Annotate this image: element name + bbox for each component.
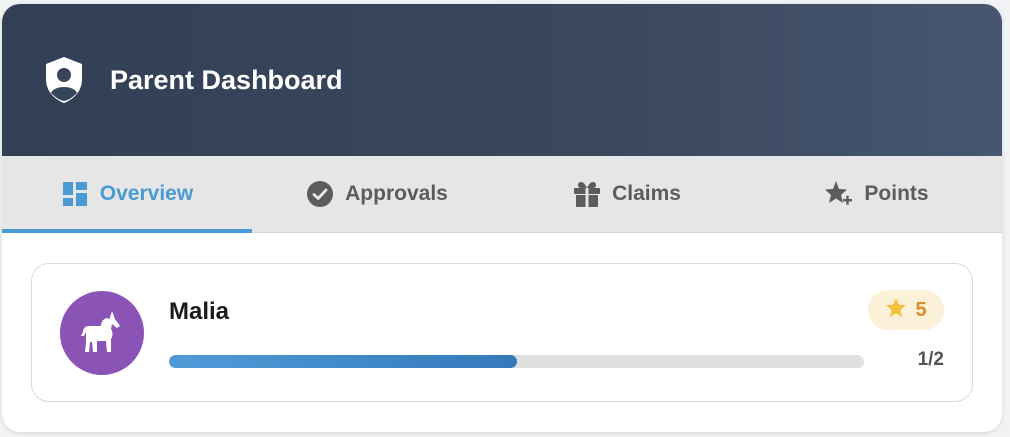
shield-user-icon [40,56,88,104]
child-card[interactable]: Malia 5 1/2 [31,263,973,402]
dashboard-card: Parent Dashboard Overview Approvals Clai… [2,4,1002,432]
tab-overview[interactable]: Overview [2,156,252,233]
progress-fill [169,355,517,368]
progress-bar [169,355,864,368]
tab-bar: Overview Approvals Claims Points [2,156,1002,233]
check-circle-icon [306,180,334,208]
tab-claims-label: Claims [612,182,681,205]
star-plus-icon [825,180,853,208]
tab-claims[interactable]: Claims [502,156,752,232]
points-badge: 5 [868,290,944,330]
tab-points[interactable]: Points [752,156,1002,232]
progress-text: 1/2 [917,349,944,370]
child-name: Malia [169,298,230,325]
avatar [60,291,144,375]
tab-overview-label: Overview [99,182,194,205]
unicorn-icon [79,308,125,359]
star-icon [885,297,907,324]
gift-icon [573,180,601,208]
tab-approvals-label: Approvals [345,182,448,205]
tab-points-label: Points [864,182,929,205]
dashboard-header: Parent Dashboard [2,4,1002,156]
dashboard-grid-icon [61,180,89,208]
points-value: 5 [915,298,927,321]
tab-approvals[interactable]: Approvals [252,156,502,232]
page-title: Parent Dashboard [110,64,343,95]
